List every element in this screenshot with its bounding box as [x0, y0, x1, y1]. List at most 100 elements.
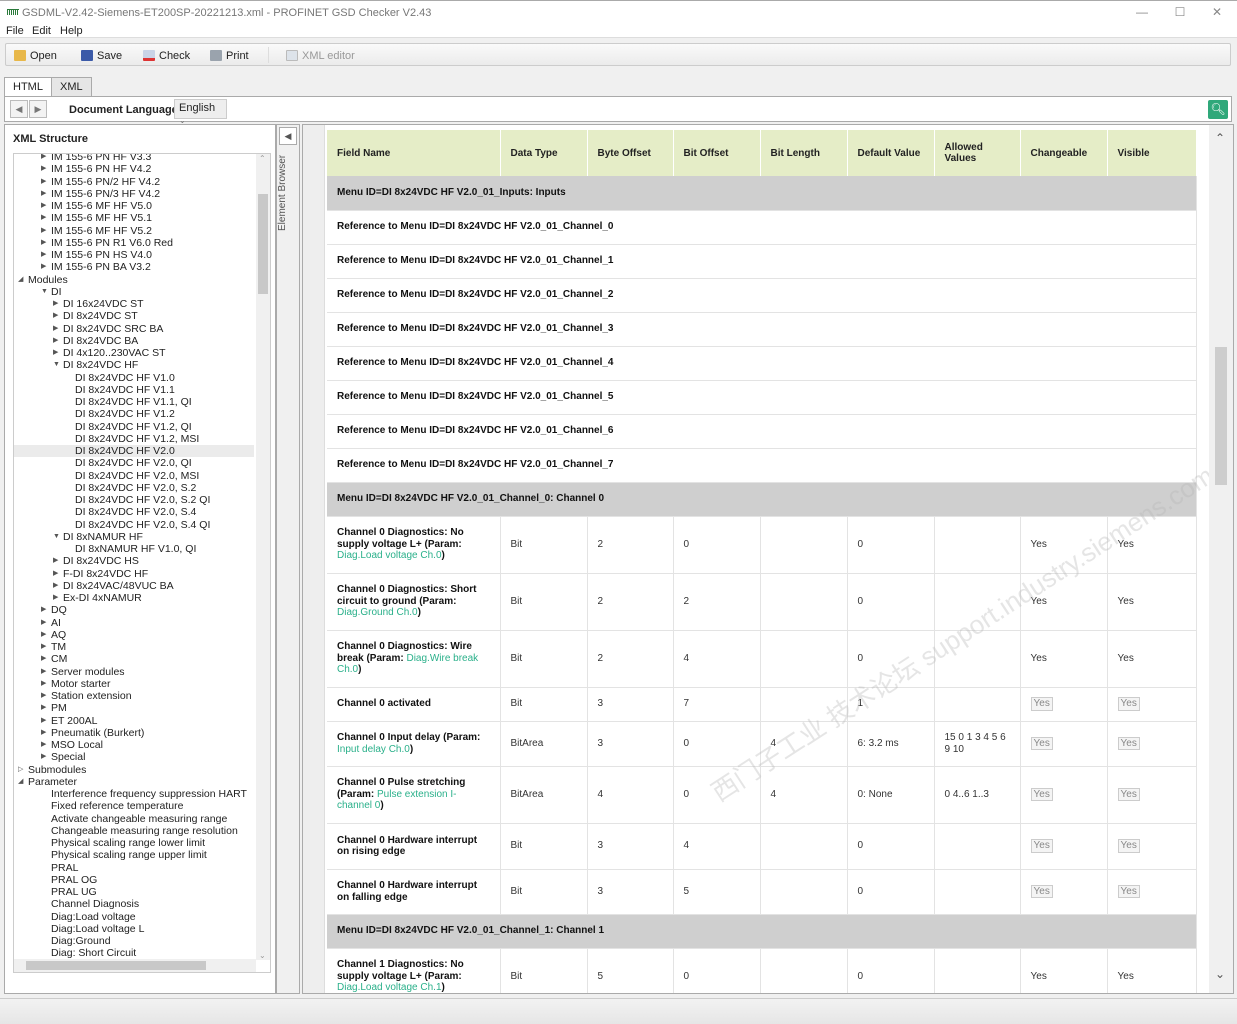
forward-button[interactable]: ▶: [29, 100, 47, 118]
param-link[interactable]: Diag.Load voltage Ch.1: [337, 982, 442, 993]
tree-item[interactable]: PRAL: [14, 862, 254, 874]
tree-vertical-scrollbar[interactable]: ⌃ ⌄: [256, 154, 270, 960]
scroll-up-icon[interactable]: ⌃: [1215, 131, 1225, 145]
tree-item[interactable]: ▶ IM 155-6 MF HF V5.0: [14, 200, 254, 212]
tree-item[interactable]: Physical scaling range upper limit: [14, 849, 254, 861]
expand-arrow-icon[interactable]: ▶: [41, 666, 46, 678]
tree-item[interactable]: DI 8x24VDC HF V2.0: [14, 445, 254, 458]
tab-xml[interactable]: XML: [51, 77, 92, 96]
expand-arrow-icon[interactable]: ▶: [53, 568, 58, 580]
expand-arrow-icon[interactable]: ▶: [53, 323, 58, 335]
check-button[interactable]: Check: [143, 48, 190, 63]
tree-item[interactable]: Channel Diagnosis: [14, 898, 254, 910]
tree-item[interactable]: ▶ IM 155-6 PN BA V3.2: [14, 261, 254, 273]
back-button[interactable]: ◀: [10, 100, 28, 118]
expand-arrow-icon[interactable]: ▶: [53, 310, 58, 322]
expand-arrow-icon[interactable]: ▶: [41, 751, 46, 763]
tree-item[interactable]: DI 8x24VDC HF V1.0: [14, 372, 254, 384]
expand-arrow-icon[interactable]: ▶: [53, 335, 58, 347]
tree-item[interactable]: ▶ Server modules: [14, 666, 254, 678]
menu-file[interactable]: File: [6, 25, 24, 37]
tree-item[interactable]: ▶ ET 200AL: [14, 715, 254, 727]
expand-arrow-icon[interactable]: ▶: [53, 580, 58, 592]
collapse-panel-button[interactable]: ◀: [279, 127, 297, 145]
collapse-arrow-icon[interactable]: ▼: [53, 359, 60, 371]
tree-item[interactable]: ▶ IM 155-6 PN HF V3.3: [14, 154, 254, 163]
expand-arrow-icon[interactable]: ▶: [53, 298, 58, 310]
collapse-arrow-icon[interactable]: ▼: [53, 531, 60, 543]
scroll-up-icon[interactable]: ⌃: [259, 154, 266, 163]
param-link[interactable]: Diag.Ground Ch.0: [337, 607, 418, 618]
tree-hscroll-thumb[interactable]: [26, 961, 206, 970]
expand-arrow-icon[interactable]: ▶: [53, 592, 58, 604]
content-scroll-thumb[interactable]: [1215, 347, 1227, 485]
tree-item[interactable]: ▶ DI 4x120..230VAC ST: [14, 347, 254, 359]
menu-help[interactable]: Help: [60, 25, 83, 37]
tree-item[interactable]: ▶ AQ: [14, 629, 254, 641]
tree-item[interactable]: ▶ IM 155-6 PN/3 HF V4.2: [14, 188, 254, 200]
tree-item[interactable]: Changeable measuring range resolution: [14, 825, 254, 837]
tree-item[interactable]: ▶ Pneumatik (Burkert): [14, 727, 254, 739]
expand-arrow-icon[interactable]: ▶: [41, 154, 46, 163]
maximize-button[interactable]: ☐: [1170, 5, 1190, 19]
tree-item[interactable]: ▶ IM 155-6 MF HF V5.2: [14, 225, 254, 237]
open-button[interactable]: Open: [14, 48, 57, 63]
tree-item[interactable]: ▶ IM 155-6 MF HF V5.1: [14, 212, 254, 224]
search-button[interactable]: 🔍︎: [1208, 100, 1228, 119]
tree-item[interactable]: ◢ Parameter: [14, 776, 254, 788]
expand-arrow-icon[interactable]: ▶: [41, 739, 46, 751]
minimize-button[interactable]: —: [1132, 5, 1152, 19]
tree-item[interactable]: ▶ DI 16x24VDC ST: [14, 298, 254, 310]
tree-horizontal-scrollbar[interactable]: [14, 959, 256, 972]
tree-item[interactable]: ▶ DI 8x24VAC/48VUC BA: [14, 580, 254, 592]
expand-arrow-icon[interactable]: ▶: [41, 188, 46, 200]
tree-item[interactable]: PRAL UG: [14, 886, 254, 898]
expand-arrow-icon[interactable]: ▶: [41, 237, 46, 249]
expand-arrow-icon[interactable]: ▶: [41, 261, 46, 273]
collapse-arrow-icon[interactable]: ▼: [41, 286, 48, 298]
tree-item[interactable]: ▼ DI: [14, 286, 254, 298]
close-button[interactable]: ✕: [1207, 5, 1227, 19]
tree-item[interactable]: Diag:Load voltage: [14, 911, 254, 923]
tree-item[interactable]: ▶ DI 8x24VDC SRC BA: [14, 323, 254, 335]
expand-arrow-icon[interactable]: ▶: [41, 249, 46, 261]
tree-item[interactable]: DI 8x24VDC HF V1.2, QI: [14, 421, 254, 433]
tree-item[interactable]: ▶ IM 155-6 PN HF V4.2: [14, 163, 254, 175]
tree-item[interactable]: Diag: Short Circuit: [14, 947, 254, 959]
tree-item[interactable]: ▶ CM: [14, 653, 254, 665]
expand-arrow-icon[interactable]: ▶: [41, 225, 46, 237]
expand-arrow-icon[interactable]: ▶: [41, 212, 46, 224]
tree-item[interactable]: ▶ IM 155-6 PN/2 HF V4.2: [14, 176, 254, 188]
expand-arrow-icon[interactable]: ▶: [41, 678, 46, 690]
tree-item[interactable]: ▶ IM 155-6 PN R1 V6.0 Red: [14, 237, 254, 249]
expand-arrow-icon[interactable]: ▶: [41, 641, 46, 653]
expand-arrow-icon[interactable]: ▶: [53, 347, 58, 359]
expand-arrow-icon[interactable]: ▶: [41, 617, 46, 629]
element-browser-label[interactable]: Element Browser: [277, 155, 299, 255]
tree-item[interactable]: Diag:Load voltage L: [14, 923, 254, 935]
save-button[interactable]: Save: [81, 48, 122, 63]
tree-item[interactable]: Interference frequency suppression HART: [14, 788, 254, 800]
tree-item[interactable]: DI 8x24VDC HF V2.0, S.2 QI: [14, 494, 254, 506]
tree-item[interactable]: ▶ Station extension: [14, 690, 254, 702]
content-vertical-scrollbar[interactable]: ⌃ ⌄: [1209, 125, 1233, 993]
tree-item[interactable]: ▶ AI: [14, 617, 254, 629]
tree-item[interactable]: DI 8x24VDC HF V1.1: [14, 384, 254, 396]
tree-item[interactable]: ▶ DI 8x24VDC BA: [14, 335, 254, 347]
tree-item[interactable]: DI 8x24VDC HF V2.0, MSI: [14, 470, 254, 482]
expand-arrow-icon[interactable]: ▶: [41, 715, 46, 727]
tree-item[interactable]: ◢ Modules: [14, 274, 254, 286]
tree-item[interactable]: ▶ DQ: [14, 604, 254, 616]
tree-item[interactable]: DI 8xNAMUR HF V1.0, QI: [14, 543, 254, 555]
tree-item[interactable]: ▶ PM: [14, 702, 254, 714]
tree-item[interactable]: ▼ DI 8x24VDC HF: [14, 359, 254, 371]
expand-arrow-icon[interactable]: ▶: [41, 690, 46, 702]
print-button[interactable]: Print: [210, 48, 249, 63]
tree-item[interactable]: Diag:Ground: [14, 935, 254, 947]
menu-edit[interactable]: Edit: [32, 25, 51, 37]
expand-arrow-icon[interactable]: ▶: [41, 727, 46, 739]
scroll-down-icon[interactable]: ⌄: [259, 951, 266, 960]
tree-item[interactable]: PRAL OG: [14, 874, 254, 886]
tree-item[interactable]: Fixed reference temperature: [14, 800, 254, 812]
tree-item[interactable]: DI 8x24VDC HF V1.2: [14, 408, 254, 420]
